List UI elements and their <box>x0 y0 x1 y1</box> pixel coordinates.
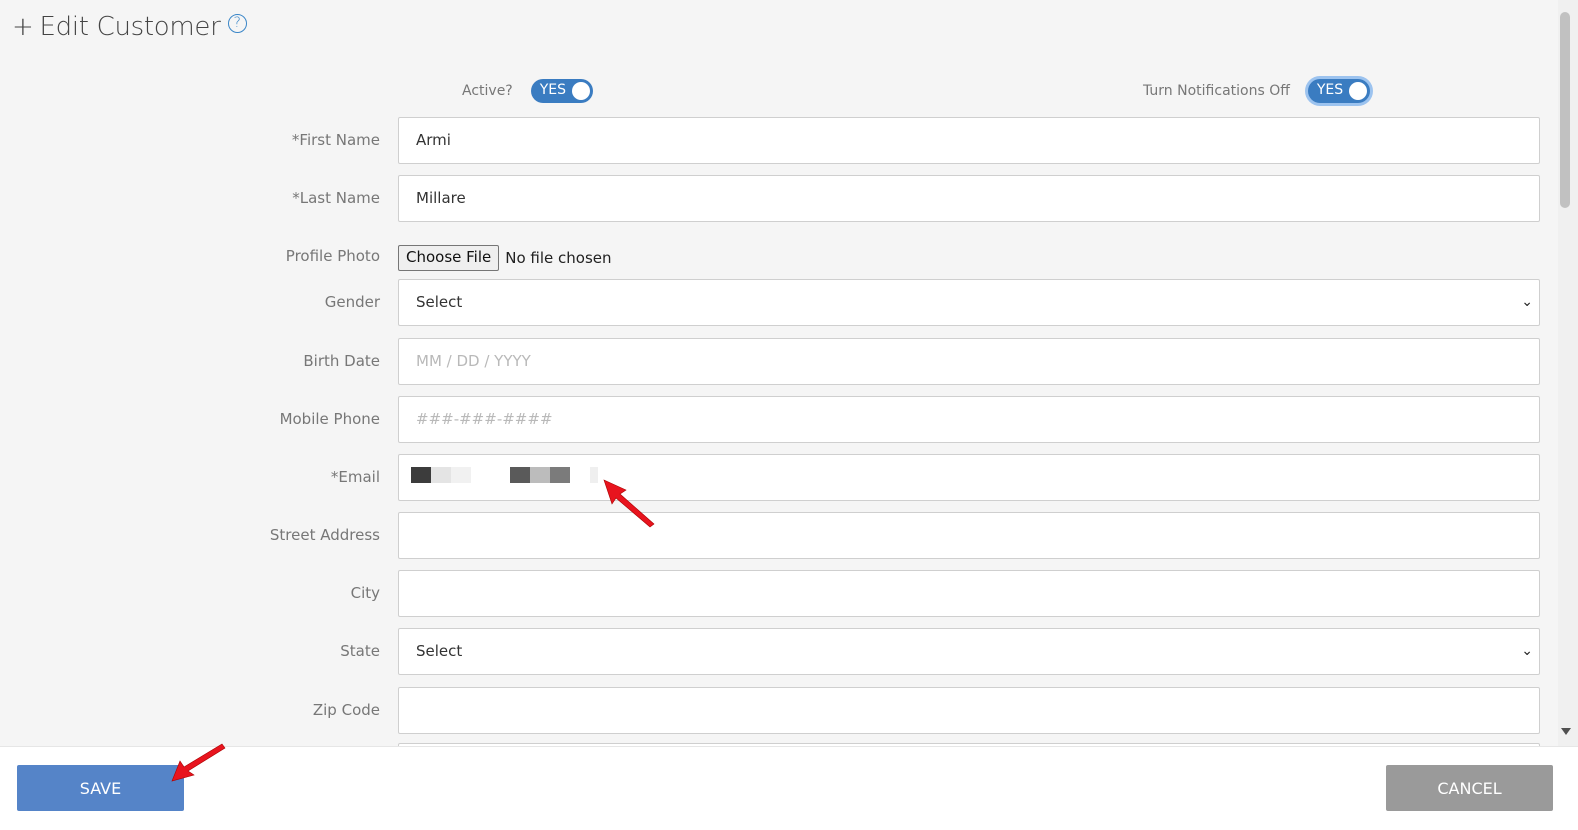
city-row: City <box>0 570 1540 617</box>
toggle-knob <box>1348 82 1367 100</box>
zip-code-row: Zip Code <box>0 687 1540 734</box>
active-toggle[interactable]: YES <box>530 79 593 103</box>
street-address-input[interactable] <box>398 512 1540 559</box>
email-row: *Email <box>0 454 1540 501</box>
first-name-input[interactable]: Armi <box>398 117 1540 164</box>
mobile-phone-label: Mobile Phone <box>279 410 380 428</box>
annotation-arrow-icon <box>603 479 655 528</box>
footer-bar: SAVE CANCEL <box>0 746 1578 830</box>
active-label: Active? <box>462 83 513 99</box>
first-name-row: *First Name Armi <box>0 117 1540 164</box>
last-name-label: *Last Name <box>292 189 380 207</box>
mobile-phone-input[interactable]: ###-###-#### <box>398 396 1540 443</box>
choose-file-button[interactable]: Choose File <box>398 245 500 271</box>
street-address-row: Street Address <box>0 512 1540 559</box>
question-circle-icon[interactable]: ? <box>227 13 247 33</box>
notifications-label: Turn Notifications Off <box>1143 83 1290 99</box>
zip-code-input[interactable] <box>398 687 1540 734</box>
notifications-toggle-row: Turn Notifications Off YES <box>1143 78 1370 104</box>
chevron-down-icon: ⌄ <box>1521 643 1533 659</box>
page-title-text: Edit Customer <box>39 12 221 42</box>
gender-row: Gender Select ⌄ <box>0 279 1540 326</box>
page-scrollbar[interactable] <box>1558 0 1578 746</box>
cancel-button[interactable]: CANCEL <box>1386 765 1553 811</box>
zip-code-label: Zip Code <box>312 701 380 719</box>
email-label: *Email <box>330 468 380 486</box>
page-title: + Edit Customer ? <box>12 12 247 42</box>
street-address-label: Street Address <box>269 526 380 544</box>
state-row: State Select ⌄ <box>0 628 1540 675</box>
profile-photo-label: Profile Photo <box>285 247 380 265</box>
active-toggle-row: Active? YES <box>462 78 593 104</box>
toggle-knob <box>571 82 590 100</box>
birth-date-input[interactable]: MM / DD / YYYY <box>398 338 1540 385</box>
last-name-row: *Last Name Millare <box>0 175 1540 222</box>
city-input[interactable] <box>398 570 1540 617</box>
profile-photo-picker: Choose File No file chosen <box>398 245 612 271</box>
birth-date-row: Birth Date MM / DD / YYYY <box>0 338 1540 385</box>
annotation-arrow-icon <box>171 743 226 782</box>
first-name-label: *First Name <box>291 131 380 149</box>
city-label: City <box>350 584 380 602</box>
birth-date-label: Birth Date <box>303 352 380 370</box>
gender-select[interactable]: Select ⌄ <box>398 279 1540 326</box>
mobile-phone-row: Mobile Phone ###-###-#### <box>0 396 1540 443</box>
scrollbar-thumb[interactable] <box>1560 12 1570 208</box>
state-select[interactable]: Select ⌄ <box>398 628 1540 675</box>
gender-label: Gender <box>324 293 380 311</box>
file-status: No file chosen <box>505 249 612 267</box>
chevron-down-icon: ⌄ <box>1521 294 1533 310</box>
profile-photo-row: Profile Photo <box>0 233 1540 280</box>
save-button[interactable]: SAVE <box>17 765 184 811</box>
state-label: State <box>340 642 380 660</box>
notifications-toggle[interactable]: YES <box>1307 79 1370 103</box>
last-name-input[interactable]: Millare <box>398 175 1540 222</box>
scroll-down-icon[interactable] <box>1561 728 1571 735</box>
